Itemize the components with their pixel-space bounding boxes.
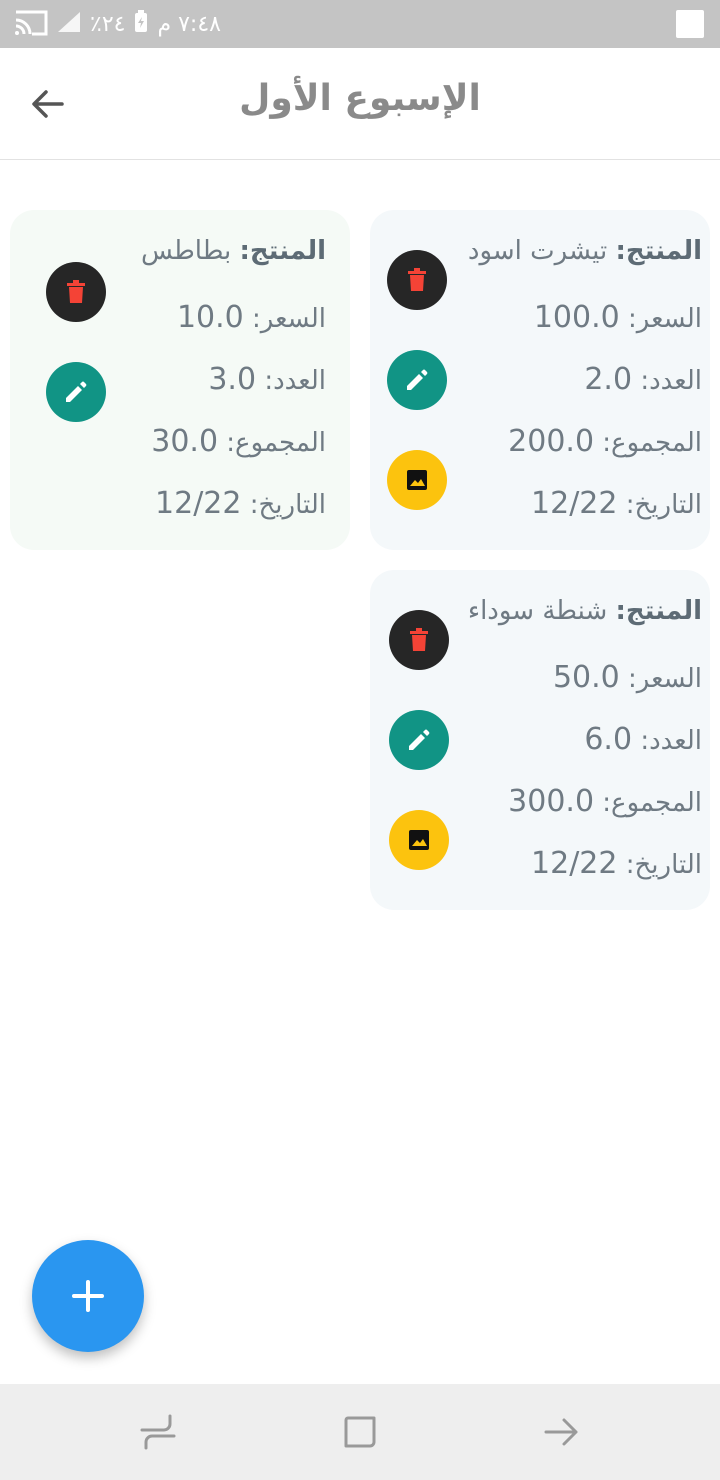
date-label: التاريخ:	[249, 490, 326, 520]
date-value: 12/22	[155, 486, 242, 521]
product-name: شنطة سوداء	[467, 596, 608, 626]
date-label: التاريخ:	[625, 850, 702, 880]
date-row: التاريخ: 12/22	[531, 846, 702, 881]
price-label: السعر:	[252, 304, 326, 334]
cast-icon	[14, 8, 48, 40]
delete-button[interactable]	[389, 610, 449, 670]
date-label: التاريخ:	[625, 490, 702, 520]
price-row: السعر: 10.0	[177, 300, 326, 335]
product-label: المنتج:	[615, 236, 702, 266]
product-name-row: المنتج: شنطة سوداء	[468, 596, 702, 626]
signal-icon	[56, 10, 82, 38]
system-nav-bar	[0, 1384, 720, 1480]
delete-button[interactable]	[387, 250, 447, 310]
count-row: العدد: 6.0	[584, 722, 702, 757]
pencil-icon	[409, 729, 430, 750]
count-label: العدد:	[640, 366, 702, 396]
image-button[interactable]	[389, 810, 449, 870]
pencil-icon	[66, 381, 87, 402]
total-label: المجموع:	[602, 788, 702, 818]
home-button[interactable]	[340, 1412, 380, 1452]
total-value: 300.0	[508, 784, 595, 819]
count-value: 3.0	[208, 362, 257, 397]
total-value: 30.0	[151, 424, 219, 459]
date-row: التاريخ: 12/22	[155, 486, 326, 521]
recents-button[interactable]	[138, 1412, 178, 1452]
delete-button[interactable]	[46, 262, 106, 322]
back-arrow-icon	[544, 1418, 578, 1446]
price-label: السعر:	[628, 664, 702, 694]
page-title: الإسبوع الأول	[239, 78, 481, 119]
count-label: العدد:	[640, 726, 702, 756]
price-row: السعر: 50.0	[553, 660, 702, 695]
back-nav-button[interactable]	[542, 1412, 582, 1452]
total-row: المجموع: 300.0	[508, 784, 702, 819]
product-name-row: المنتج: تيشرت اسود	[468, 236, 702, 266]
price-label: السعر:	[628, 304, 702, 334]
price-value: 10.0	[176, 300, 244, 335]
date-row: التاريخ: 12/22	[531, 486, 702, 521]
product-label: المنتج:	[615, 596, 702, 626]
total-value: 200.0	[508, 424, 595, 459]
trash-icon	[410, 628, 428, 651]
total-label: المجموع:	[602, 428, 702, 458]
price-row: السعر: 100.0	[534, 300, 702, 335]
count-row: العدد: 3.0	[208, 362, 326, 397]
product-name-row: المنتج: بطاطس	[141, 236, 326, 266]
notification-square-icon	[676, 10, 704, 38]
trash-icon	[408, 268, 426, 291]
image-icon	[409, 830, 429, 850]
pencil-icon	[407, 369, 428, 390]
date-value: 12/22	[531, 846, 618, 881]
count-value: 2.0	[584, 362, 633, 397]
trash-icon	[67, 280, 85, 303]
edit-button[interactable]	[46, 362, 106, 422]
image-button[interactable]	[387, 450, 447, 510]
price-value: 50.0	[552, 660, 620, 695]
product-card: المنتج: بطاطس السعر: 10.0 العدد: 3.0 الم…	[10, 210, 350, 550]
home-icon	[344, 1416, 376, 1448]
image-icon	[407, 470, 427, 490]
status-bar: ٧:٤٨ م ٢٤٪	[0, 0, 720, 48]
total-row: المجموع: 30.0	[151, 424, 326, 459]
product-card: المنتج: شنطة سوداء السعر: 50.0 العدد: 6.…	[370, 570, 710, 910]
battery-icon	[133, 10, 149, 38]
product-card: المنتج: تيشرت اسود السعر: 100.0 العدد: 2…	[370, 210, 710, 550]
recents-icon	[140, 1414, 176, 1450]
add-product-button[interactable]	[32, 1240, 144, 1352]
edit-button[interactable]	[387, 350, 447, 410]
price-value: 100.0	[533, 300, 620, 335]
status-time: ٧:٤٨ م	[157, 11, 221, 37]
back-button[interactable]	[24, 80, 72, 128]
app-bar: الإسبوع الأول	[0, 48, 720, 160]
product-name: بطاطس	[140, 236, 232, 266]
battery-percent: ٢٤٪	[90, 11, 126, 37]
total-label: المجموع:	[226, 428, 326, 458]
status-info: ٧:٤٨ م ٢٤٪	[14, 8, 221, 40]
plus-icon	[72, 1280, 104, 1312]
count-value: 6.0	[584, 722, 633, 757]
total-row: المجموع: 200.0	[508, 424, 702, 459]
arrow-left-icon	[32, 90, 64, 118]
date-value: 12/22	[531, 486, 618, 521]
edit-button[interactable]	[389, 710, 449, 770]
product-label: المنتج:	[239, 236, 326, 266]
count-label: العدد:	[264, 366, 326, 396]
product-name: تيشرت اسود	[467, 236, 608, 266]
count-row: العدد: 2.0	[584, 362, 702, 397]
